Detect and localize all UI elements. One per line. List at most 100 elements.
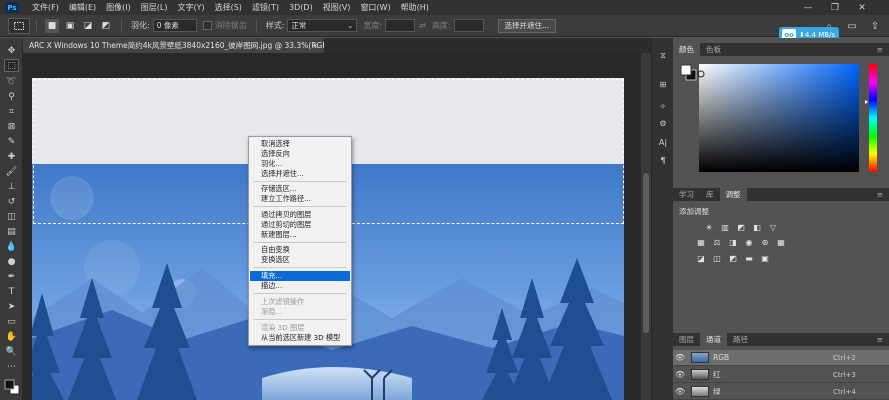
exposure-icon[interactable]: ◧ bbox=[751, 222, 763, 232]
posterize-icon[interactable]: ◫ bbox=[711, 253, 723, 263]
healing-brush-tool-icon[interactable]: ✚ bbox=[4, 150, 19, 163]
menu-3d[interactable]: 3D(D) bbox=[284, 3, 318, 12]
subtract-selection-icon[interactable]: ◪ bbox=[81, 19, 95, 33]
feather-input[interactable]: 0 像素 bbox=[152, 19, 197, 32]
type-tool-icon[interactable]: T bbox=[4, 285, 19, 298]
antialias-checkbox[interactable] bbox=[202, 21, 212, 30]
eraser-tool-icon[interactable]: ◫ bbox=[4, 210, 19, 223]
vibrance-icon[interactable]: ▽ bbox=[767, 222, 779, 232]
select-and-mask-button[interactable]: 选择并遮住... bbox=[497, 18, 557, 33]
pen-tool-icon[interactable]: ✒ bbox=[4, 270, 19, 283]
gradient-map-icon[interactable]: ▬ bbox=[743, 253, 755, 263]
tab-learn[interactable]: 学习 bbox=[673, 188, 700, 201]
swap-icon[interactable]: ⇄ bbox=[419, 21, 426, 30]
share-icon[interactable]: ⇪ bbox=[866, 15, 884, 37]
menu-fill[interactable]: 填充... bbox=[250, 271, 350, 281]
path-select-tool-icon[interactable]: ➤ bbox=[4, 300, 19, 313]
frame-tool-icon[interactable]: ⊠ bbox=[4, 120, 19, 133]
menu-new-layer[interactable]: 新建图层... bbox=[250, 230, 350, 240]
eye-icon[interactable]: 👁 bbox=[673, 387, 687, 396]
color-balance-icon[interactable]: ⚖ bbox=[711, 237, 723, 247]
character-icon[interactable]: A| bbox=[657, 136, 669, 148]
rect-marquee-tool-icon[interactable]: ⬚ bbox=[4, 59, 19, 72]
threshold-icon[interactable]: ◩ bbox=[727, 253, 739, 263]
menu-free-transform[interactable]: 自由变换 bbox=[250, 245, 350, 255]
menu-save-selection[interactable]: 存储选区... bbox=[250, 184, 350, 194]
lasso-tool-icon[interactable]: ➰ bbox=[4, 75, 19, 88]
close-tab-icon[interactable]: × bbox=[312, 38, 319, 53]
invert-icon[interactable]: ◪ bbox=[695, 253, 707, 263]
black-white-icon[interactable]: ◨ bbox=[727, 237, 739, 247]
rectangle-tool-icon[interactable]: ▭ bbox=[4, 315, 19, 328]
menu-deselect[interactable]: 取消选择 bbox=[250, 139, 350, 149]
style-select[interactable]: 正常 ⌄ bbox=[287, 19, 358, 32]
menu-make-work-path[interactable]: 建立工作路径... bbox=[250, 194, 350, 204]
menu-filter[interactable]: 滤镜(T) bbox=[247, 2, 284, 13]
menu-select-and-mask[interactable]: 选择并遮住... bbox=[250, 169, 350, 179]
channel-row-green[interactable]: 👁 绿 Ctrl+4 bbox=[673, 384, 889, 400]
menu-transform-selection[interactable]: 变换选区 bbox=[250, 255, 350, 265]
scrollbar-thumb[interactable] bbox=[643, 173, 649, 333]
menu-layer-via-copy[interactable]: 通过拷贝的图层 bbox=[250, 210, 350, 220]
menu-file[interactable]: 文件(F) bbox=[27, 2, 64, 13]
menu-type[interactable]: 文字(Y) bbox=[172, 2, 209, 13]
panel-menu-icon[interactable]: ≡ bbox=[871, 43, 889, 56]
menu-edit[interactable]: 编辑(E) bbox=[64, 2, 101, 13]
marquee-preset-button[interactable] bbox=[8, 17, 30, 34]
document-tab[interactable]: ARC X Windows 10 Theme简约4k风景壁纸3840x2160_… bbox=[23, 38, 324, 53]
close-window-button[interactable]: ✕ bbox=[851, 0, 873, 15]
brush-settings-icon[interactable]: ✧ bbox=[657, 100, 669, 112]
move-tool-icon[interactable]: ✥ bbox=[4, 44, 19, 57]
adjustments-icon[interactable]: ⚙ bbox=[657, 117, 669, 129]
panel-menu-icon[interactable]: ≡ bbox=[871, 333, 889, 346]
properties-icon[interactable]: ⊞ bbox=[657, 78, 669, 90]
gradient-tool-icon[interactable]: ▤ bbox=[4, 225, 19, 238]
width-input[interactable] bbox=[385, 19, 416, 32]
tab-layers[interactable]: 图层 bbox=[673, 333, 700, 346]
tab-paths[interactable]: 路径 bbox=[727, 333, 754, 346]
menu-help[interactable]: 帮助(H) bbox=[396, 2, 434, 13]
dodge-tool-icon[interactable]: ● bbox=[4, 255, 19, 268]
history-icon[interactable]: ⧖ bbox=[657, 50, 669, 62]
add-selection-icon[interactable]: ▣ bbox=[63, 19, 77, 33]
eye-icon[interactable]: 👁 bbox=[673, 353, 687, 362]
clone-stamp-tool-icon[interactable]: ⊥ bbox=[4, 180, 19, 193]
eye-icon[interactable]: 👁 bbox=[673, 370, 687, 379]
menu-layer[interactable]: 图层(L) bbox=[136, 2, 173, 13]
hand-tool-icon[interactable]: ✋ bbox=[4, 330, 19, 343]
tab-channels[interactable]: 通道 bbox=[700, 333, 727, 346]
panel-menu-icon[interactable]: ≡ bbox=[871, 188, 889, 201]
channel-row-rgb[interactable]: 👁 RGB Ctrl+2 bbox=[673, 350, 889, 366]
channel-row-red[interactable]: 👁 红 Ctrl+3 bbox=[673, 367, 889, 383]
paragraph-icon[interactable]: ¶ bbox=[657, 154, 669, 166]
eyedropper-tool-icon[interactable]: ✎ bbox=[4, 135, 19, 148]
curves-icon[interactable]: ◩ bbox=[735, 222, 747, 232]
menu-select[interactable]: 选择(S) bbox=[210, 2, 247, 13]
color-lookup-icon[interactable]: ▦ bbox=[775, 237, 787, 247]
tab-adjustments[interactable]: 调整 bbox=[719, 188, 747, 201]
menu-image[interactable]: 图像(I) bbox=[101, 2, 136, 13]
color-swatches-icon[interactable] bbox=[3, 379, 20, 394]
color-picker[interactable] bbox=[673, 56, 889, 186]
workspace-icon[interactable]: ▭ bbox=[843, 15, 861, 37]
menu-feather[interactable]: 羽化... bbox=[250, 159, 350, 169]
brightness-contrast-icon[interactable]: ☀ bbox=[703, 222, 715, 232]
more-tools-icon[interactable]: ⋯ bbox=[4, 360, 19, 373]
blur-tool-icon[interactable]: 💧 bbox=[4, 240, 19, 253]
minimize-button[interactable]: — bbox=[797, 0, 819, 15]
menu-new-3d-from-selection[interactable]: 从当前选区新建 3D 模型 bbox=[250, 333, 350, 343]
restore-button[interactable]: ❐ bbox=[824, 0, 846, 15]
tab-libraries[interactable]: 库 bbox=[700, 188, 720, 201]
zoom-tool-icon[interactable]: 🔍 bbox=[4, 345, 19, 358]
new-selection-icon[interactable]: ■ bbox=[45, 18, 59, 33]
tab-color[interactable]: 颜色 bbox=[673, 43, 700, 56]
selective-color-icon[interactable]: ▣ bbox=[759, 253, 771, 263]
menu-layer-via-cut[interactable]: 通过剪切的图层 bbox=[250, 220, 350, 230]
menu-select-inverse[interactable]: 选择反向 bbox=[250, 149, 350, 159]
levels-icon[interactable]: ▥ bbox=[719, 222, 731, 232]
menu-view[interactable]: 视图(V) bbox=[318, 2, 356, 13]
photo-filter-icon[interactable]: ◉ bbox=[743, 237, 755, 247]
tab-swatches[interactable]: 色板 bbox=[700, 43, 727, 56]
quick-select-tool-icon[interactable]: ⚲ bbox=[4, 90, 19, 103]
vertical-scrollbar[interactable] bbox=[641, 53, 651, 400]
